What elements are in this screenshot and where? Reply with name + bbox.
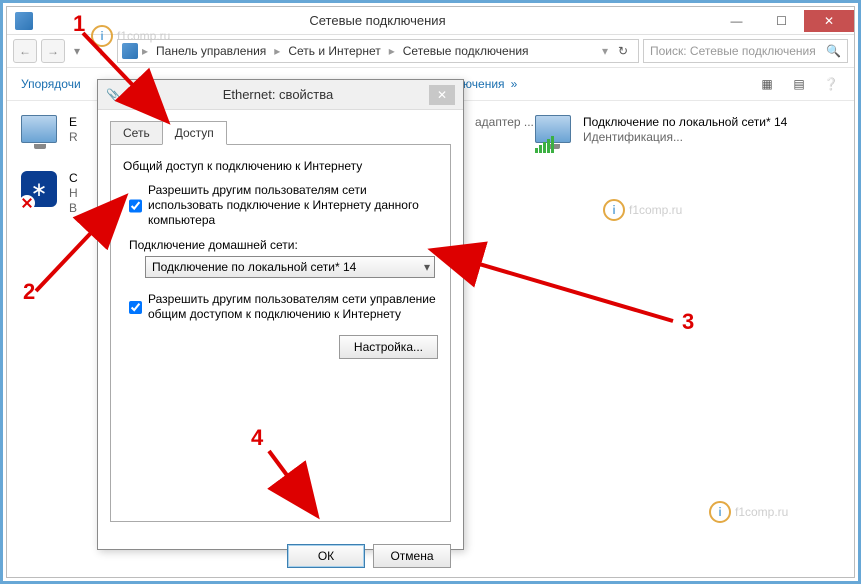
home-network-label: Подключение домашней сети: [129, 238, 438, 252]
window-title: Сетевые подключения [41, 13, 714, 28]
view-list-icon[interactable]: ▤ [790, 76, 808, 92]
history-dropdown[interactable]: ▾ [69, 39, 85, 63]
allow-control-label: Разрешить другим пользователям сети упра… [148, 292, 438, 322]
refresh-button[interactable]: ↻ [612, 44, 634, 58]
cancel-button[interactable]: Отмена [373, 544, 451, 568]
address-bar[interactable]: ▸ Панель управления ▸ Сеть и Интернет ▸ … [117, 39, 639, 63]
tab-sharing[interactable]: Доступ [162, 121, 227, 145]
crumb-3[interactable]: Сетевые подключения [399, 44, 533, 58]
search-placeholder: Поиск: Сетевые подключения [650, 44, 816, 58]
close-button[interactable]: ✕ [804, 10, 854, 32]
search-icon: 🔍 [826, 44, 841, 58]
allow-share-label: Разрешить другим пользователям сети испо… [148, 183, 438, 228]
location-icon [122, 43, 138, 59]
group-title: Общий доступ к подключению к Интернету [123, 159, 438, 173]
signal-icon [535, 136, 554, 153]
allow-share-checkbox[interactable] [129, 184, 142, 228]
back-button[interactable]: ← [13, 39, 37, 63]
annotation-4: 4 [251, 427, 263, 449]
crumb-1[interactable]: Панель управления [152, 44, 270, 58]
dialog-close-button[interactable]: ✕ [429, 85, 455, 105]
disabled-x-icon [19, 195, 35, 211]
app-icon [15, 12, 33, 30]
annotation-1: 1 [73, 13, 85, 35]
allow-control-checkbox[interactable] [129, 293, 142, 322]
search-input[interactable]: Поиск: Сетевые подключения 🔍 [643, 39, 848, 63]
adapter-local14[interactable]: Подключение по локальной сети* 14 Иденти… [535, 115, 795, 153]
home-network-combo[interactable]: Подключение по локальной сети* 14 ▾ [145, 256, 435, 278]
minimize-button[interactable]: — [714, 10, 759, 32]
up-button[interactable]: ↑ [89, 39, 113, 63]
forward-button[interactable]: → [41, 39, 65, 63]
tab-network[interactable]: Сеть [110, 121, 163, 145]
nav-bar: ← → ▾ ↑ ▸ Панель управления ▸ Сеть и Инт… [7, 35, 854, 68]
organize-menu[interactable]: Упорядочи [21, 77, 81, 91]
properties-dialog: 📎 Ethernet: свойства ✕ Сеть Доступ Общий… [97, 79, 464, 550]
home-network-value: Подключение по локальной сети* 14 [152, 260, 356, 274]
dialog-title: Ethernet: свойства [127, 87, 429, 102]
annotation-3: 3 [682, 311, 694, 333]
pin-icon: 📎 [106, 88, 121, 102]
crumb-2[interactable]: Сеть и Интернет [284, 44, 384, 58]
view-tiles-icon[interactable]: ▦ [758, 76, 776, 92]
settings-button[interactable]: Настройка... [339, 335, 438, 359]
chevron-down-icon: ▾ [424, 260, 430, 274]
annotation-2: 2 [23, 281, 35, 303]
maximize-button[interactable]: ☐ [759, 10, 804, 32]
tab-pane: Общий доступ к подключению к Интернету Р… [110, 144, 451, 522]
titlebar: Сетевые подключения — ☐ ✕ [7, 7, 854, 35]
ok-button[interactable]: ОК [287, 544, 365, 568]
help-icon[interactable]: ❔ [822, 76, 840, 92]
